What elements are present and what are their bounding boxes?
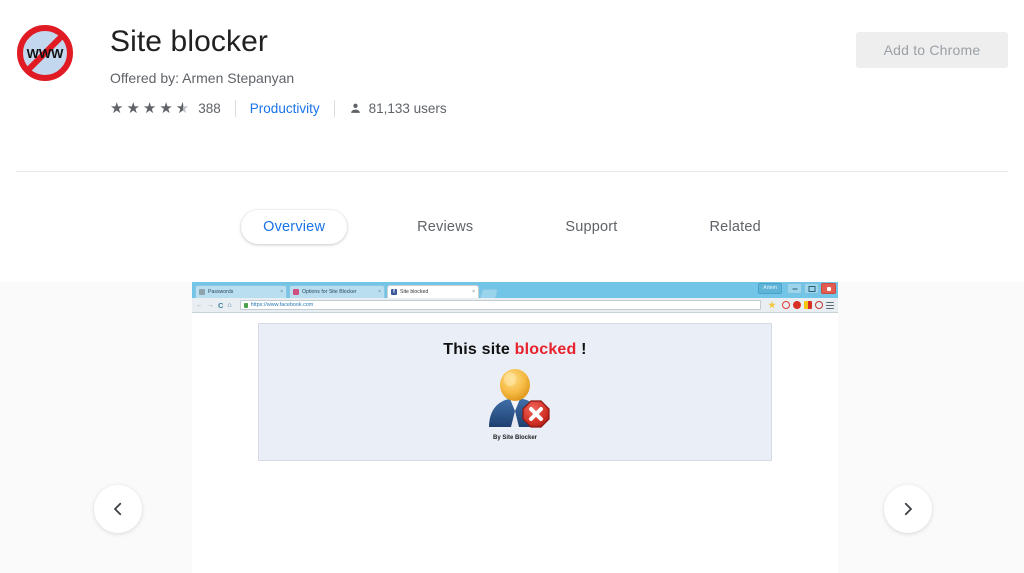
browser-tab[interactable]: Passwords ×	[195, 285, 287, 298]
chevron-left-icon	[114, 502, 122, 516]
tab-reviews[interactable]: Reviews	[395, 210, 495, 244]
blocked-user-icon	[477, 365, 553, 431]
blocked-title: This site blocked !	[443, 341, 586, 359]
browser-tab-strip: Passwords × Options for Site Blocker × f…	[192, 282, 838, 298]
extension-detail-page: WWW Site blocker Offered by: Armen Stepa…	[0, 0, 1024, 573]
blocked-page: This site blocked ! By Site Blocker	[192, 313, 838, 487]
red-dot-icon[interactable]	[793, 301, 801, 309]
window-user-label[interactable]: Artem	[758, 283, 782, 294]
hamburger-menu-icon[interactable]	[826, 301, 834, 309]
users-count: 81,133 users	[368, 101, 447, 116]
svg-text:WWW: WWW	[27, 46, 65, 61]
window-controls: Artem	[758, 283, 836, 294]
bookmark-star-icon[interactable]	[768, 301, 776, 309]
maximize-button[interactable]	[804, 283, 819, 294]
carousel-stage: Passwords × Options for Site Blocker × f…	[192, 282, 838, 573]
star-icon: ★	[142, 100, 157, 117]
lock-icon	[243, 302, 248, 308]
category-link[interactable]: Productivity	[250, 101, 320, 116]
close-window-button[interactable]	[821, 283, 836, 294]
rating-count: 388	[198, 101, 221, 116]
close-icon[interactable]: ×	[378, 289, 381, 295]
blocked-title-suffix: !	[576, 341, 587, 358]
browser-tab-label: Options for Site Blocker	[302, 289, 357, 295]
divider	[234, 100, 236, 117]
browser-tab-active[interactable]: f Site blocked ×	[387, 285, 479, 298]
opera-circle-icon[interactable]	[782, 301, 790, 309]
star-half-icon: ★	[176, 101, 189, 116]
person-icon	[349, 102, 362, 115]
reload-icon[interactable]: C	[218, 301, 223, 310]
divider	[333, 100, 335, 117]
page-header: WWW Site blocker Offered by: Armen Stepa…	[0, 0, 1024, 172]
close-icon[interactable]: ×	[280, 289, 283, 295]
browser-tab-label: Passwords	[208, 289, 234, 295]
blocked-credit: By Site Blocker	[492, 435, 538, 441]
close-icon[interactable]: ×	[472, 289, 475, 295]
star-icon: ★	[159, 100, 173, 117]
rating-stars: ★ ★ ★ ★ ★	[110, 101, 192, 116]
address-bar[interactable]: https://www.facebook.com	[239, 300, 761, 310]
blocked-title-highlight: blocked	[514, 341, 577, 358]
extension-screenshot: Passwords × Options for Site Blocker × f…	[192, 282, 838, 487]
home-icon[interactable]: ⌂	[227, 301, 231, 310]
browser-toolbar: ← → C ⌂ https://www.facebook.com	[192, 298, 838, 313]
star-icon: ★	[110, 100, 124, 117]
carousel-next-button[interactable]	[884, 485, 932, 533]
forward-icon[interactable]: →	[207, 301, 214, 310]
favicon-icon	[293, 289, 299, 295]
toolbar-icons	[765, 301, 834, 309]
star-icon: ★	[126, 100, 140, 117]
facebook-favicon-icon: f	[391, 289, 397, 295]
blocked-card: This site blocked ! By Site Blocker	[258, 323, 772, 461]
extension-icon[interactable]	[815, 301, 823, 309]
tab-overview[interactable]: Overview	[241, 210, 348, 244]
tab-support[interactable]: Support	[543, 210, 639, 244]
back-icon[interactable]: ←	[196, 301, 203, 310]
metadata-row: ★ ★ ★ ★ ★ 388 Productivity	[110, 100, 1008, 117]
no-www-icon: WWW	[16, 24, 74, 82]
header-divider	[16, 171, 1008, 172]
offered-by-label: Offered by: Armen Stepanyan	[110, 70, 295, 86]
screenshot-carousel: Passwords × Options for Site Blocker × f…	[0, 282, 1024, 573]
tab-bar: Overview Reviews Support Related	[0, 172, 1024, 282]
users-group: 81,133 users	[349, 101, 447, 116]
favicon-icon	[199, 289, 205, 295]
browser-tab[interactable]: Options for Site Blocker ×	[289, 285, 385, 298]
blocked-title-prefix: This site	[443, 341, 515, 358]
carousel-prev-button[interactable]	[94, 485, 142, 533]
new-tab-button[interactable]	[479, 289, 499, 298]
browser-tab-label: Site blocked	[400, 289, 429, 295]
flag-icon[interactable]	[804, 301, 812, 309]
url-text: https://www.facebook.com	[250, 302, 314, 308]
chevron-right-icon	[904, 502, 912, 516]
minimize-button[interactable]	[787, 283, 802, 294]
add-to-chrome-button[interactable]: Add to Chrome	[856, 32, 1008, 68]
tab-related[interactable]: Related	[688, 210, 783, 244]
